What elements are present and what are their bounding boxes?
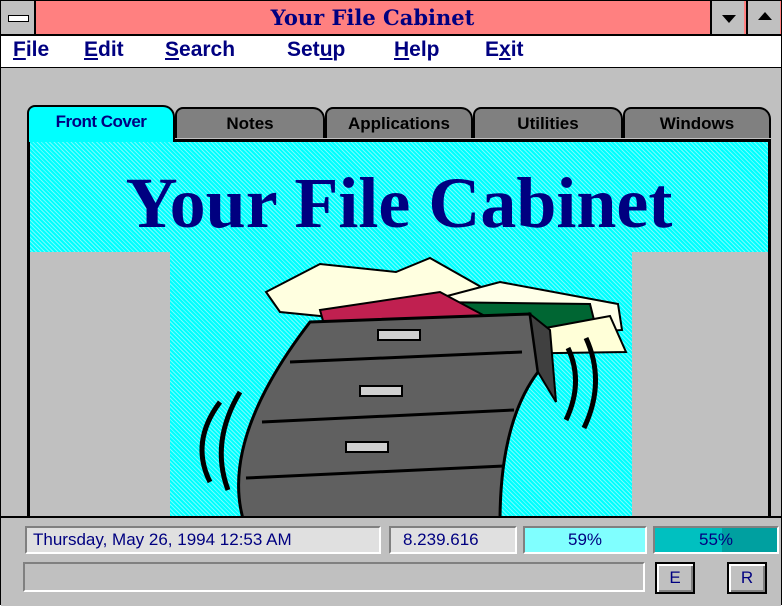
menu-search[interactable]: Search <box>165 38 235 62</box>
notebook: Front Cover Notes Applications Utilities… <box>1 69 781 564</box>
title-bar[interactable]: Your File Cabinet <box>1 1 781 36</box>
tab-applications[interactable]: Applications <box>325 107 473 138</box>
tab-windows[interactable]: Windows <box>623 107 771 138</box>
tab-notes[interactable]: Notes <box>175 107 325 138</box>
system-menu-icon <box>8 15 29 22</box>
maximize-arrow-icon <box>758 12 772 20</box>
file-cabinet-icon <box>199 256 628 540</box>
tab-utilities[interactable]: Utilities <box>473 107 623 138</box>
system-menu-button[interactable] <box>1 1 36 34</box>
cover-title: Your File Cabinet <box>125 163 673 243</box>
message-area <box>23 562 645 592</box>
menu-exit[interactable]: Exit <box>485 38 524 62</box>
menu-edit[interactable]: Edit <box>84 38 124 62</box>
minimize-arrow-icon <box>722 15 736 23</box>
menu-setup[interactable]: Setup <box>287 38 345 62</box>
front-cover-panel: Your File Cabinet <box>27 139 771 564</box>
window-title: Your File Cabinet <box>270 5 475 30</box>
date-time-display: Thursday, May 26, 1994 12:53 AM <box>25 526 381 554</box>
menu-file[interactable]: File <box>13 38 49 62</box>
main-window: Your File Cabinet File Edit Search Setup… <box>0 0 782 606</box>
resource-gauge-1: 59% <box>523 526 647 554</box>
tab-front-cover[interactable]: Front Cover <box>27 105 175 142</box>
minimize-button[interactable] <box>710 1 744 34</box>
resource-gauge-2: 55% <box>653 526 779 554</box>
r-button[interactable]: R <box>727 562 767 594</box>
status-bar: Thursday, May 26, 1994 12:53 AM 8.239.61… <box>1 516 781 606</box>
e-button[interactable]: E <box>655 562 695 594</box>
menu-bar: File Edit Search Setup Help Exit <box>1 36 781 68</box>
gauge-2-label: 55% <box>698 530 734 549</box>
maximize-button[interactable] <box>746 1 780 34</box>
free-memory-display: 8.239.616 <box>389 526 517 554</box>
menu-help[interactable]: Help <box>394 38 440 62</box>
